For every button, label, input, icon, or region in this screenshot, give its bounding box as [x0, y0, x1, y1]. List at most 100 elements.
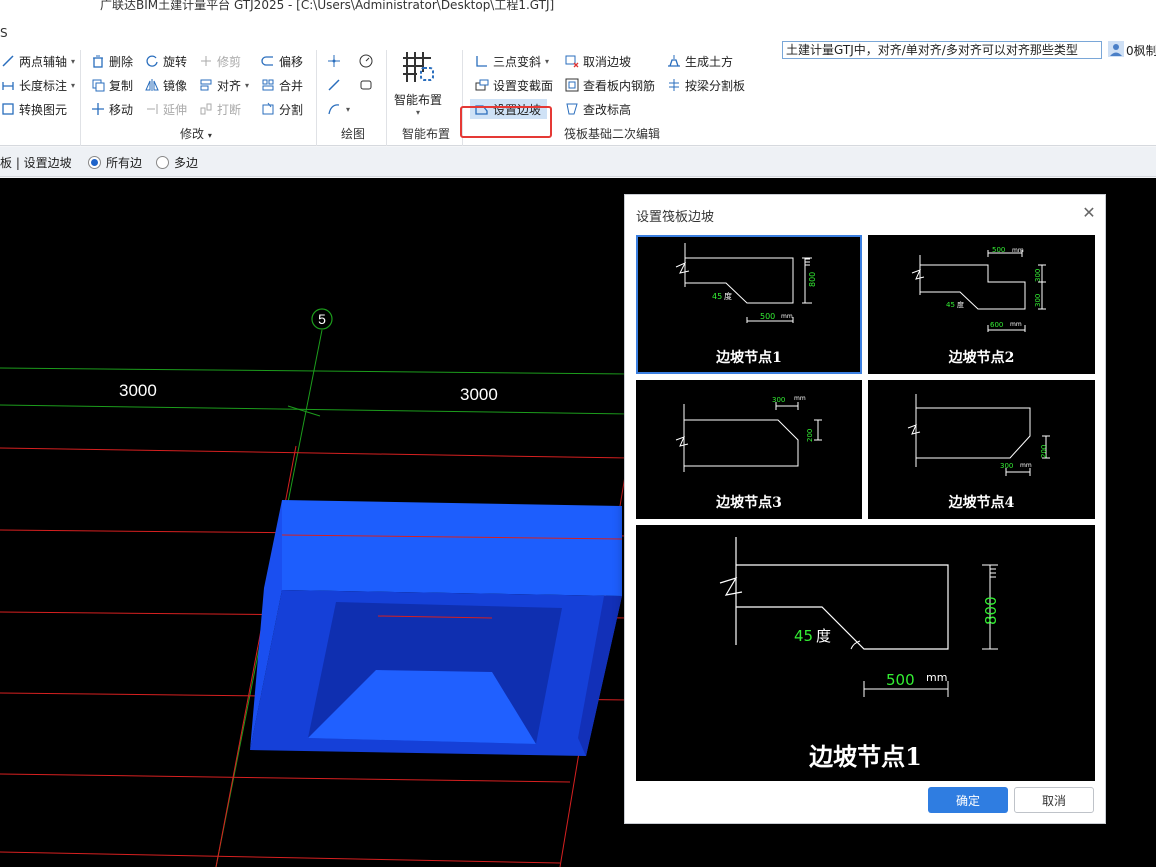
merge-button[interactable]: 合并: [260, 75, 303, 95]
highlight-box: [460, 106, 552, 138]
svg-text:度: 度: [816, 627, 831, 645]
help-search-input[interactable]: 土建计量GTJ中，对齐/单对齐/多对齐可以对齐那些类型: [782, 41, 1102, 59]
chevron-down-icon: ▾: [346, 104, 351, 114]
svg-text:800: 800: [808, 272, 817, 287]
view-slab-rebar-button[interactable]: 查看板内钢筋: [564, 75, 655, 95]
svg-text:800: 800: [982, 596, 1000, 625]
break-button[interactable]: 打断: [198, 99, 241, 119]
move-button[interactable]: 移动: [90, 99, 133, 119]
cancel-button[interactable]: 取消: [1014, 787, 1094, 813]
offset-icon: [260, 53, 276, 69]
convert-element-button[interactable]: 转换图元: [0, 99, 67, 119]
slope-node-2-tile[interactable]: 500 mm 300 300 45 度 600 mm 边坡节点2: [868, 235, 1095, 374]
rotate-button[interactable]: 旋转: [144, 51, 187, 71]
cancel-slope-button[interactable]: 取消边坡: [564, 51, 631, 71]
align-icon: [198, 77, 214, 93]
radio-checked-icon: [88, 156, 101, 169]
trim-button[interactable]: 修剪: [198, 51, 241, 71]
rect-draw-button[interactable]: [358, 75, 374, 95]
chevron-down-icon: ▾: [415, 108, 420, 117]
dialog-title: 设置筏板边坡: [636, 210, 715, 225]
svg-text:mm: mm: [1012, 247, 1024, 254]
split-button[interactable]: 分割: [260, 99, 303, 119]
svg-text:mm: mm: [1020, 462, 1032, 469]
split-by-beam-button[interactable]: 按梁分割板: [666, 75, 745, 95]
modify-group-label: 修改 ▾: [180, 127, 212, 141]
preview-caption: 边坡节点1: [809, 742, 922, 771]
red-grid-line: [0, 447, 631, 459]
generate-earthwork-button[interactable]: 生成土方: [666, 51, 733, 71]
dim-tick: [287, 405, 321, 417]
ribbon-separator: [80, 50, 81, 146]
tile-caption: 边坡节点4: [948, 495, 1015, 511]
red-grid-line: [0, 851, 561, 864]
svg-text:度: 度: [957, 300, 964, 309]
chevron-down-icon: ▾: [545, 56, 550, 66]
merge-icon: [260, 77, 276, 93]
cancel-slope-icon: [564, 53, 580, 69]
svg-text:45: 45: [946, 301, 955, 309]
ribbon-tab-fragment[interactable]: S: [0, 26, 8, 40]
smart-group-label: 智能布置: [402, 127, 451, 141]
svg-text:300: 300: [1034, 294, 1042, 307]
mirror-button[interactable]: 镜像: [144, 75, 187, 95]
svg-text:500: 500: [760, 312, 775, 321]
user-area[interactable]: 0枫制: [1108, 41, 1156, 60]
dimension-label-2: 3000: [460, 385, 498, 404]
rebar-icon: [564, 77, 580, 93]
svg-text:度: 度: [724, 291, 732, 301]
svg-text:45: 45: [794, 627, 813, 645]
two-point-aux-axis-button[interactable]: 两点辅轴 ▾: [0, 51, 75, 71]
green-grid-line: [0, 367, 631, 375]
arc-draw-button[interactable]: ▾: [326, 99, 350, 119]
slope-node-3-tile[interactable]: 300 mm 200 边坡节点3: [636, 380, 862, 519]
length-dimension-button[interactable]: 长度标注 ▾: [0, 75, 75, 95]
line-icon: [326, 77, 342, 93]
svg-text:500: 500: [886, 671, 915, 689]
set-variable-section-button[interactable]: 设置变截面: [474, 75, 553, 95]
smart-layout-icon: [401, 50, 435, 87]
copy-button[interactable]: 复制: [90, 75, 133, 95]
user-avatar-icon: [1108, 41, 1124, 60]
chevron-down-icon: ▾: [71, 56, 76, 66]
close-icon[interactable]: ✕: [1079, 203, 1099, 223]
slope-preview-panel: 45 度 800 500 mm 边坡节点1: [636, 525, 1095, 781]
svg-text:500: 500: [992, 246, 1005, 254]
point-draw-button[interactable]: [326, 51, 342, 71]
svg-text:200: 200: [1040, 445, 1048, 458]
clock-icon: [358, 53, 374, 69]
slope-node-1-tile[interactable]: 800 45 度 500 mm 边坡节点1: [636, 235, 862, 374]
earthwork-icon: [666, 53, 682, 69]
ribbon-separator: [316, 50, 317, 146]
align-button[interactable]: 对齐 ▾: [198, 75, 249, 95]
offset-button[interactable]: 偏移: [260, 51, 303, 71]
radio-multi-edges[interactable]: 多边: [156, 154, 198, 171]
edit-elevation-button[interactable]: 查改标高: [564, 99, 631, 119]
draw-group-label: 绘图: [341, 127, 366, 141]
three-point-slope-button[interactable]: 三点变斜 ▾: [474, 51, 549, 71]
svg-text:200: 200: [806, 429, 814, 442]
tile-caption: 边坡节点1: [716, 350, 782, 366]
title-bar: 广联达BIM土建计量平台 GTJ2025 - [C:\Users\Adminis…: [0, 0, 1156, 14]
raft-group-label: 筏板基础二次编辑: [564, 127, 661, 141]
svg-text:mm: mm: [1010, 321, 1022, 328]
slope-node-4-tile[interactable]: 300 mm 200 边坡节点4: [868, 380, 1095, 519]
dimension-label-1: 3000: [119, 381, 157, 400]
smart-layout-button[interactable]: 智能布置 ▾: [390, 50, 446, 128]
ok-button[interactable]: 确定: [928, 787, 1008, 813]
slab-top-face: [282, 500, 622, 596]
tile-caption: 边坡节点3: [716, 495, 782, 511]
extend-icon: [144, 101, 160, 117]
svg-text:mm: mm: [781, 313, 793, 320]
aux-axis-icon: [0, 53, 16, 69]
line-draw-button[interactable]: [326, 75, 342, 95]
trim-icon: [198, 53, 214, 69]
clock-draw-button[interactable]: [358, 51, 374, 71]
ribbon-separator: [386, 50, 387, 146]
chevron-down-icon: ▾: [245, 80, 250, 90]
convert-icon: [0, 101, 16, 117]
radio-all-edges[interactable]: 所有边: [88, 154, 142, 171]
delete-button[interactable]: 删除: [90, 51, 133, 71]
extend-button[interactable]: 延伸: [144, 99, 187, 119]
elevation-icon: [564, 101, 580, 117]
